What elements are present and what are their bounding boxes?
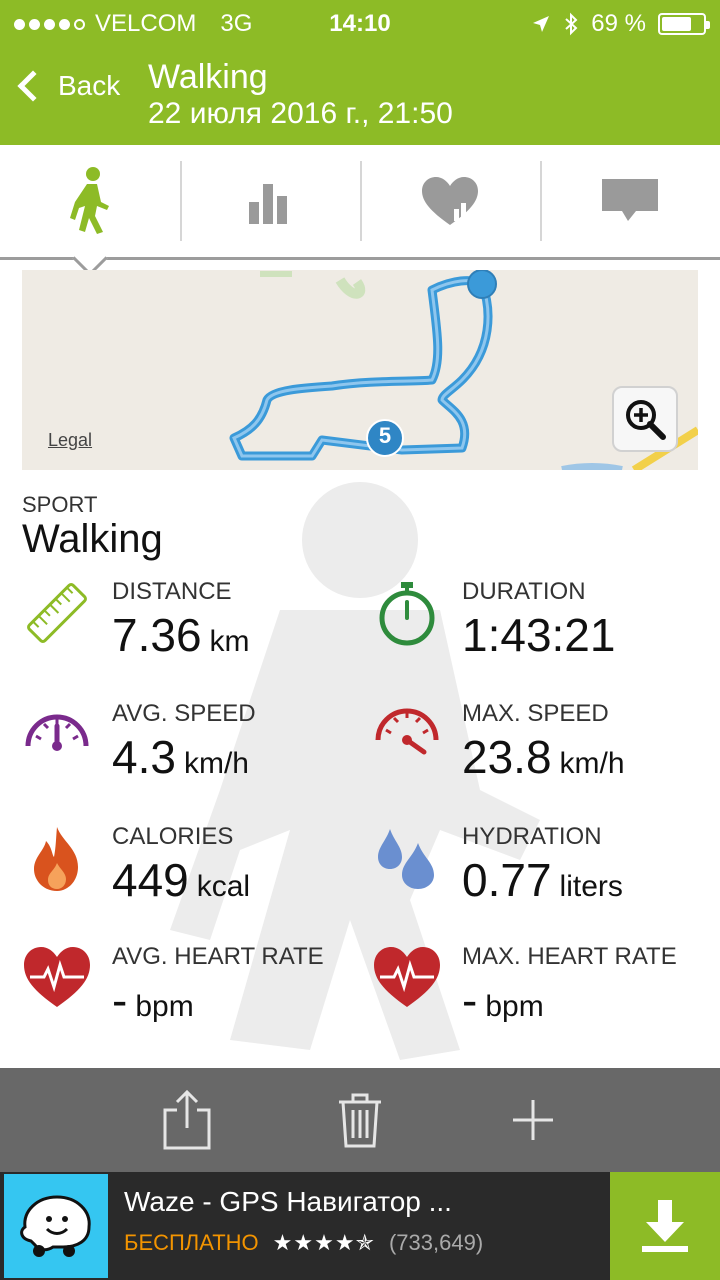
- bluetooth-icon: [565, 12, 578, 36]
- chevron-left-icon: [17, 70, 49, 102]
- stopwatch-icon: [379, 582, 435, 646]
- stat-max-heart-rate: MAX. HEART RATE - bpm: [372, 943, 702, 1053]
- stat-duration: DURATION 1:43:21: [372, 578, 702, 688]
- stat-avg-speed: AVG. SPEED 4.3 km/h: [22, 700, 352, 810]
- stat-value: 7.36 km: [112, 609, 250, 661]
- stat-calories: CALORIES 449 kcal: [22, 823, 352, 933]
- page-title: Walking: [148, 58, 268, 96]
- heart-pulse-icon: [374, 947, 440, 1007]
- bottom-toolbar: [0, 1068, 720, 1172]
- download-icon: [642, 1200, 688, 1252]
- drops-icon: [378, 829, 434, 889]
- stat-distance: DISTANCE 7.36 km: [22, 578, 352, 688]
- tab-bar: [0, 145, 720, 260]
- delete-button[interactable]: [325, 1085, 395, 1155]
- ad-price: БЕСПЛАТНО: [124, 1230, 259, 1255]
- stat-hydration: HYDRATION 0.77 liters: [372, 823, 702, 933]
- stat-value: 1:43:21: [462, 609, 616, 661]
- status-bar: VELCOM 3G 14:10 69 %: [0, 0, 720, 48]
- battery-icon: [658, 13, 710, 35]
- tab-comments[interactable]: [540, 145, 720, 257]
- stat-label: MAX. HEART RATE: [462, 943, 677, 970]
- stat-value: 4.3 km/h: [112, 731, 249, 783]
- map-route-svg: [229, 270, 698, 470]
- add-button[interactable]: [498, 1085, 568, 1155]
- stat-value: - bpm: [112, 974, 194, 1026]
- stat-label: CALORIES: [112, 823, 234, 850]
- speedometer-icon: [375, 708, 439, 755]
- ad-rating-count: (733,649): [388, 1230, 484, 1255]
- location-arrow-icon: [533, 16, 550, 32]
- stat-value: - bpm: [462, 974, 544, 1026]
- map-legal-link[interactable]: Legal: [48, 430, 92, 451]
- stat-max-speed: MAX. SPEED 23.8 km/h: [372, 700, 702, 810]
- status-right: 69 %: [531, 10, 710, 38]
- ad-title: Waze - GPS Навигатор ...: [124, 1186, 452, 1217]
- ad-download-button[interactable]: [610, 1172, 720, 1280]
- stat-label: DURATION: [462, 578, 586, 605]
- walker-icon: [70, 167, 109, 234]
- waze-logo-icon: [20, 1195, 91, 1257]
- tab-stats[interactable]: [180, 145, 360, 257]
- back-button[interactable]: Back: [14, 70, 120, 102]
- trash-icon: [338, 1093, 381, 1148]
- plus-icon: [513, 1100, 554, 1140]
- stat-value: 449 kcal: [112, 854, 251, 906]
- sport-value: Walking: [22, 517, 163, 561]
- battery-percent: 69 %: [591, 10, 646, 37]
- share-icon: [163, 1089, 211, 1150]
- back-label: Back: [58, 70, 121, 101]
- ruler-icon: [27, 583, 87, 643]
- bar-chart-icon: [249, 184, 287, 224]
- route-map[interactable]: 5 Legal: [22, 270, 698, 470]
- ad-subtitle: БЕСПЛАТНО ★★★★✯ (733,649): [124, 1230, 483, 1256]
- ad-banner[interactable]: Waze - GPS Навигатор ... БЕСПЛАТНО ★★★★✯…: [0, 1172, 720, 1280]
- sport-label: SPORT: [22, 492, 98, 517]
- comment-icon: [602, 179, 658, 221]
- tab-heart[interactable]: [360, 145, 540, 257]
- heart-pulse-icon: [24, 947, 90, 1007]
- tab-workout[interactable]: [0, 145, 180, 257]
- stat-value: 0.77 liters: [462, 854, 623, 906]
- stat-value: 23.8 km/h: [462, 731, 625, 783]
- waze-app-icon: [4, 1174, 108, 1278]
- title-block: Walking 22 июля 2016 г., 21:50: [148, 58, 453, 132]
- ad-rating-stars: ★★★★✯: [272, 1230, 375, 1255]
- stat-label: HYDRATION: [462, 823, 602, 850]
- heart-chart-icon: [422, 177, 478, 225]
- flame-icon: [34, 827, 78, 891]
- stat-avg-heart-rate: AVG. HEART RATE - bpm: [22, 943, 352, 1053]
- route-marker-label: 5: [378, 423, 392, 448]
- stat-label: MAX. SPEED: [462, 700, 609, 727]
- stat-label: AVG. HEART RATE: [112, 943, 324, 970]
- page-subtitle: 22 июля 2016 г., 21:50: [148, 97, 453, 130]
- speedometer-icon: [25, 714, 89, 751]
- share-button[interactable]: [152, 1085, 222, 1155]
- stat-label: DISTANCE: [112, 578, 232, 605]
- stat-label: AVG. SPEED: [112, 700, 256, 727]
- zoom-in-icon: [626, 400, 666, 440]
- app-header: VELCOM 3G 14:10 69 % Back Walking 22 июл…: [0, 0, 720, 145]
- zoom-button[interactable]: [612, 386, 678, 452]
